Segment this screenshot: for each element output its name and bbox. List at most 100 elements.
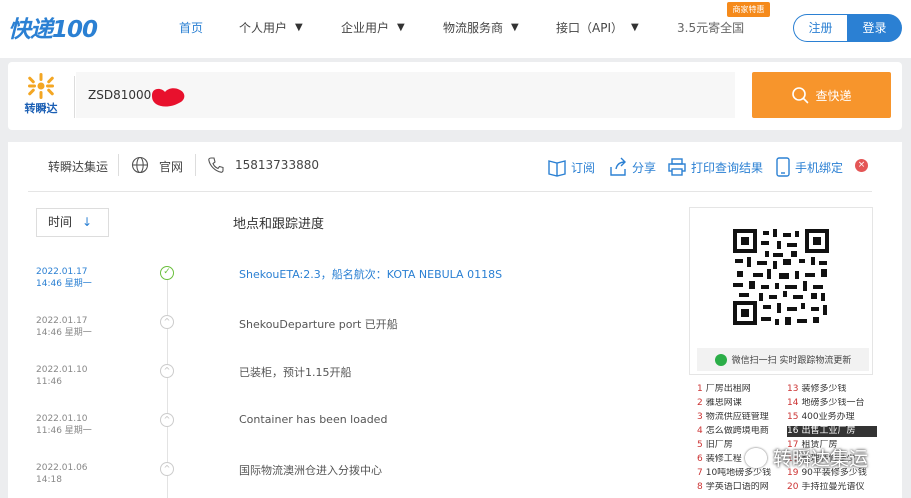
print-button[interactable]: 打印查询结果 — [667, 157, 763, 177]
event-date-time: 11:46 — [36, 377, 62, 387]
hot-link-text: 400业务办理 — [801, 412, 855, 422]
hot-link-rank: 7 — [697, 468, 703, 478]
book-icon — [548, 160, 566, 177]
hot-links-list: 1 厂房出租网 13 装修多少钱 2 雅思网课 14 地磅多少钱一台 3 物流供应链管理 … — [697, 384, 877, 493]
nav-promo[interactable]: 3.5元寄全国 — [677, 19, 744, 36]
event-text: Container has been loaded — [239, 413, 388, 426]
event-date-day: 2022.01.06 — [36, 463, 88, 473]
hot-link-rank: 16 — [787, 426, 799, 436]
hot-link-text: 装修多少钱 — [801, 384, 847, 394]
hot-link-rank: 5 — [697, 440, 703, 450]
hot-link-text: 地磅多少钱一台 — [801, 398, 865, 408]
event-text: 国际物流澳洲仓进入分拨中心 — [239, 464, 382, 477]
share-button[interactable]: 分享 — [608, 157, 656, 177]
event-date-time: 14:46 星期一 — [36, 328, 92, 338]
nav-personal-label: 个人用户 — [239, 21, 288, 35]
hot-link-rank: 14 — [787, 398, 799, 408]
kuaidi100-logo[interactable]: 快递100 — [8, 10, 98, 44]
register-button[interactable]: 注册 — [793, 14, 847, 42]
hot-link-rank: 1 — [697, 384, 703, 394]
hot-link-text: 厂房出租网 — [705, 384, 751, 394]
sort-arrow-icon: ↓ — [82, 215, 93, 229]
hot-link-text: 怎么做跨境电商 — [705, 426, 769, 436]
event-date: 2022.01.10 11:46 — [36, 364, 88, 388]
nav-logistics[interactable]: 物流服务商 ▼ — [443, 19, 519, 36]
hot-link[interactable]: 14 地磅多少钱一台 — [787, 398, 877, 409]
hot-link[interactable]: 1 厂房出租网 — [697, 384, 787, 395]
event-date-time: 14:18 — [36, 475, 62, 485]
watermark-text: 转瞬达集运 — [773, 448, 869, 470]
carrier-phone: 15813733880 — [235, 158, 319, 172]
close-icon[interactable]: × — [855, 159, 868, 172]
wechat-scan-hint: 微信扫一扫 实时跟踪物流更新 — [697, 348, 869, 371]
event-date-day: 2022.01.17 — [36, 267, 88, 277]
event-date: 2022.01.17 14:46 星期一 — [36, 315, 92, 339]
divider — [195, 154, 196, 176]
globe-icon — [131, 156, 149, 174]
watermark: 转瞬达集运 — [745, 444, 868, 471]
nav-home-label: 首页 — [179, 21, 204, 35]
hot-link[interactable]: 8 学英语口语的网 — [697, 482, 787, 493]
nav-enterprise[interactable]: 企业用户 ▼ — [341, 19, 405, 36]
wechat-hint-text: 微信扫一扫 实时跟踪物流更新 — [731, 356, 852, 366]
event-text: ShekouDeparture port 已开船 — [239, 318, 398, 331]
timeline-header: 地点和跟踪进度 — [233, 217, 325, 232]
chevron-down-icon: ▼ — [397, 22, 405, 33]
bind-phone-label: 手机绑定 — [795, 160, 844, 175]
sort-label: 时间 — [48, 215, 73, 229]
divider — [118, 154, 119, 176]
share-label: 分享 — [632, 160, 657, 175]
search-button-label: 查快递 — [815, 88, 852, 103]
qr-code — [733, 229, 829, 325]
hot-link-text: 雅思网课 — [705, 398, 742, 408]
hot-link[interactable]: 15 400业务办理 — [787, 412, 877, 423]
sort-by-time-button[interactable]: 时间 ↓ — [36, 208, 109, 237]
hot-link-text: 旧厂房 — [705, 440, 733, 450]
event-date-day: 2022.01.10 — [36, 365, 88, 375]
print-label: 打印查询结果 — [691, 160, 764, 175]
hot-link[interactable]: 20 手持拉曼光谱仪 — [787, 482, 877, 493]
promo-badge: 商家特惠 — [727, 2, 770, 17]
hot-link-rank: 13 — [787, 384, 799, 394]
hot-link-rank: 3 — [697, 412, 703, 422]
event-text: ShekouETA:2.3，船名航次：KOTA NEBULA 0118S — [239, 268, 503, 281]
hot-link-rank: 15 — [787, 412, 799, 422]
event-date: 2022.01.10 11:46 星期一 — [36, 413, 92, 437]
hot-link-text: 物流供应链管理 — [705, 412, 769, 422]
subscribe-label: 订阅 — [571, 160, 596, 175]
event-date-day: 2022.01.10 — [36, 414, 88, 424]
chevron-up-icon: ^ — [160, 364, 174, 378]
hot-link-rank: 20 — [787, 482, 799, 492]
login-button[interactable]: 登录 — [847, 14, 902, 42]
hot-link[interactable]: 3 物流供应链管理 — [697, 412, 787, 423]
nav-home[interactable]: 首页 — [179, 19, 203, 36]
hot-link[interactable]: 13 装修多少钱 — [787, 384, 877, 395]
hot-link[interactable]: 16 出售工业厂房 — [787, 426, 877, 437]
carrier-logo[interactable]: 转瞬达 — [20, 72, 62, 120]
website-link[interactable]: 官网 — [159, 158, 183, 175]
hot-link-rank: 8 — [697, 482, 703, 492]
wechat-icon — [745, 447, 767, 468]
chevron-down-icon: ▼ — [631, 22, 639, 33]
subscribe-button[interactable]: 订阅 — [547, 157, 595, 177]
search-button[interactable]: 查快递 — [752, 72, 891, 118]
hot-link-rank: 4 — [697, 426, 703, 436]
bind-phone-button[interactable]: 手机绑定 — [775, 157, 843, 177]
nav-logistics-label: 物流服务商 — [443, 21, 504, 35]
nav-personal[interactable]: 个人用户 ▼ — [239, 19, 303, 36]
hot-link-rank: 6 — [697, 454, 703, 464]
hot-link-text: 手持拉曼光谱仪 — [801, 482, 865, 492]
redaction-heart-icon — [152, 88, 185, 107]
printer-icon — [668, 158, 686, 176]
share-icon — [610, 157, 626, 176]
nav-enterprise-label: 企业用户 — [341, 21, 390, 35]
nav-api[interactable]: 接口（API） ▼ — [556, 19, 639, 36]
event-date: 2022.01.17 14:46 星期一 — [36, 266, 92, 290]
hot-link[interactable]: 4 怎么做跨境电商 — [697, 426, 787, 437]
chevron-down-icon: ▼ — [511, 22, 519, 33]
hot-link[interactable]: 2 雅思网课 — [697, 398, 787, 409]
carrier-logo-text: 转瞬达 — [24, 102, 58, 115]
event-date-day: 2022.01.17 — [36, 316, 88, 326]
search-icon — [792, 87, 809, 104]
mobile-icon — [776, 157, 790, 177]
